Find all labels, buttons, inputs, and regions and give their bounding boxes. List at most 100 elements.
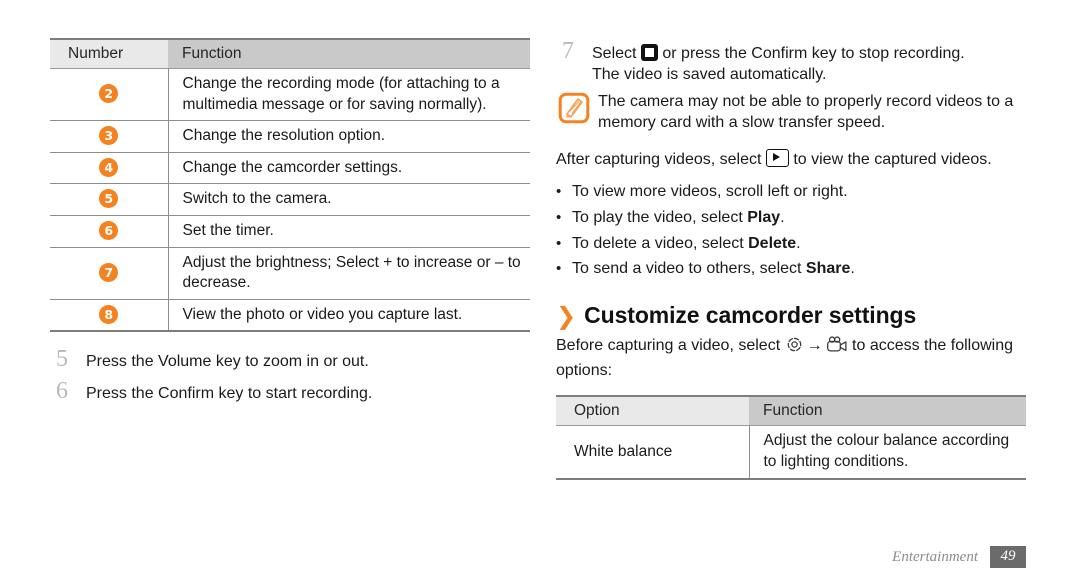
list-item: • To send a video to others, select Shar…: [556, 259, 1026, 280]
bullet-text: To send a video to others, select Share.: [572, 259, 855, 280]
bullet-text-plain: To send a video to others, select: [572, 260, 806, 278]
number-function-table: Number Function 2 Change the recording m…: [50, 38, 530, 333]
table-body: 2 Change the recording mode (for attachi…: [50, 68, 530, 333]
right-column: 7 Select or press the Confirm key to sto…: [556, 38, 1026, 480]
table-row: 5 Switch to the camera.: [50, 183, 530, 217]
list-item: 5 Press the Volume key to zoom in or out…: [50, 346, 530, 373]
step-text-after-icon: or press the Confirm key to stop recordi…: [657, 45, 965, 62]
step-number: 6: [56, 378, 68, 405]
bullet-dot-icon: •: [556, 260, 562, 278]
footer-section-label: Entertainment: [892, 548, 978, 565]
page-footer: Entertainment 49: [892, 546, 1026, 568]
row-function-cell: Switch to the camera.: [168, 183, 530, 217]
bullet-text-tail: .: [850, 260, 855, 278]
intro-arrow: →: [806, 337, 823, 355]
intro-text-before: Before capturing a video, select: [556, 337, 785, 355]
table-head: Option Function: [556, 395, 1026, 427]
play-gallery-icon: [765, 148, 789, 167]
step-text-before-icon: Select: [592, 45, 641, 62]
bullet-text: To play the video, select Play.: [572, 208, 785, 229]
table-row: 8 View the photo or video you capture la…: [50, 299, 530, 333]
after-capture-text-before: After capturing videos, select: [556, 150, 766, 168]
row-function-cell: View the photo or video you capture last…: [168, 299, 530, 333]
row-number-cell: 7: [50, 247, 169, 300]
list-item: 6 Press the Confirm key to start recordi…: [50, 378, 530, 405]
left-column: Number Function 2 Change the recording m…: [50, 38, 530, 410]
column-header-option: Option: [556, 395, 749, 427]
bullet-dot-icon: •: [556, 182, 562, 200]
note-callout: The camera may not be able to properly r…: [558, 91, 1026, 133]
table-row: White balance Adjust the colour balance …: [556, 425, 1026, 480]
table-header-row: Number Function: [50, 38, 530, 69]
column-header-function: Function: [168, 38, 530, 69]
step-text: Press the Volume key to zoom in or out.: [86, 353, 369, 371]
option-function-table: Option Function White balance Adjust the…: [556, 395, 1026, 480]
after-capture-paragraph: After capturing videos, select to view t…: [556, 148, 1026, 170]
note-text: The camera may not be able to properly r…: [598, 92, 1014, 131]
list-item: • To view more videos, scroll left or ri…: [556, 182, 1026, 203]
number-bubble: 2: [99, 84, 119, 104]
bullet-text-tail: .: [796, 234, 801, 252]
row-function-cell: Adjust the colour balance according to l…: [749, 425, 1026, 480]
page-title: Customize camcorder settings: [584, 302, 917, 329]
row-function-cell: Adjust the brightness; Select + to incre…: [168, 247, 530, 300]
row-function-cell: Change the resolution option.: [168, 120, 530, 153]
row-function-cell: Set the timer.: [168, 215, 530, 248]
list-item: • To delete a video, select Delete.: [556, 234, 1026, 255]
row-number-cell: 3: [50, 120, 169, 153]
table-header-row: Option Function: [556, 395, 1026, 427]
after-capture-text-after: to view the captured videos.: [788, 150, 992, 168]
bullet-list: • To view more videos, scroll left or ri…: [556, 182, 1026, 280]
table-row: 4 Change the camcorder settings.: [50, 152, 530, 185]
bullet-dot-icon: •: [556, 208, 562, 226]
section-heading: ❯ Customize camcorder settings: [556, 302, 1026, 329]
bullet-text-bold: Share: [805, 260, 851, 278]
number-bubble: 7: [99, 262, 119, 282]
list-item: 7 Select or press the Confirm key to sto…: [556, 38, 1026, 86]
bullet-text-plain: To play the video, select: [572, 208, 748, 226]
bullet-text: To view more videos, scroll left or righ…: [572, 182, 848, 203]
row-number-cell: 6: [50, 215, 169, 248]
step-text-second-line: The video is saved automatically.: [592, 65, 827, 83]
number-bubble: 5: [99, 189, 119, 209]
row-number-cell: 2: [50, 68, 169, 122]
row-number-cell: 8: [50, 299, 169, 333]
bullet-text-plain: To view more videos, scroll left or righ…: [572, 182, 848, 200]
camcorder-icon: [826, 335, 848, 360]
row-number-cell: 4: [50, 152, 169, 185]
bullet-text-bold: Play: [747, 208, 781, 226]
bullet-text-bold: Delete: [748, 234, 797, 252]
settings-gear-icon: [785, 335, 804, 360]
number-bubble: 4: [99, 157, 119, 177]
step-number: 5: [56, 346, 68, 373]
note-pen-icon: [558, 92, 590, 124]
bullet-text-tail: .: [780, 208, 785, 226]
table-head: Number Function: [50, 38, 530, 69]
column-header-number: Number: [50, 38, 168, 69]
list-item: • To play the video, select Play.: [556, 208, 1026, 229]
table-row: 7 Adjust the brightness; Select + to inc…: [50, 247, 530, 300]
step-number: 7: [562, 38, 574, 64]
stop-recording-icon: [640, 44, 658, 61]
row-option-cell: White balance: [556, 425, 750, 480]
table-row: 2 Change the recording mode (for attachi…: [50, 68, 530, 122]
step-text-block: Select or press the Confirm key to stop …: [592, 44, 965, 86]
number-bubble: 8: [99, 304, 119, 324]
row-function-cell: Change the camcorder settings.: [168, 152, 530, 185]
bullet-text-plain: To delete a video, select: [572, 234, 749, 252]
row-function-cell: Change the recording mode (for attaching…: [168, 68, 530, 122]
settings-intro-paragraph: Before capturing a video, select → to ac…: [556, 335, 1026, 381]
manual-page: Number Function 2 Change the recording m…: [0, 0, 1080, 586]
row-number-cell: 5: [50, 183, 169, 217]
step-text: Press the Confirm key to start recording…: [86, 385, 373, 403]
chevron-right-icon: ❯: [556, 301, 577, 330]
table-row: 3 Change the resolution option.: [50, 120, 530, 153]
bullet-dot-icon: •: [556, 234, 562, 252]
column-header-function: Function: [749, 395, 1026, 427]
number-bubble: 6: [99, 221, 119, 241]
footer-page-number: 49: [990, 546, 1026, 568]
table-body: White balance Adjust the colour balance …: [556, 425, 1026, 480]
number-bubble: 3: [99, 126, 119, 146]
table-row: 6 Set the timer.: [50, 215, 530, 248]
bullet-text: To delete a video, select Delete.: [572, 234, 801, 255]
